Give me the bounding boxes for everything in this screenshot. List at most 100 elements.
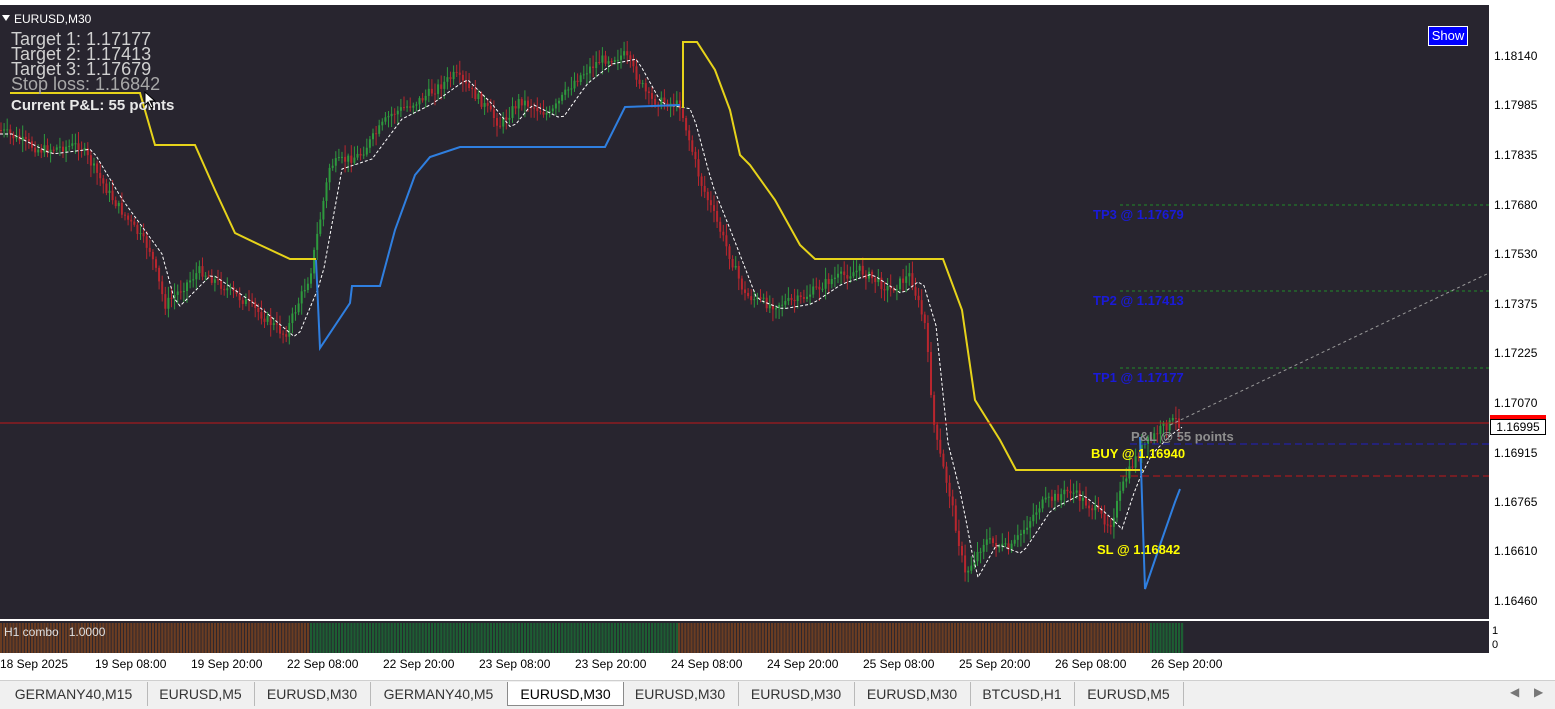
indicator-bar (783, 623, 786, 653)
candle-body (449, 77, 452, 80)
candle-body (1125, 478, 1128, 482)
chart-tab-1[interactable]: GERMANY40,M15 (0, 682, 148, 706)
candle-body (992, 538, 994, 544)
show-button[interactable]: Show (1428, 26, 1468, 46)
candle-body (1109, 525, 1112, 527)
candle-body (68, 145, 71, 147)
candle-body (316, 233, 319, 250)
candle-body (1106, 524, 1109, 526)
indicator-bar (285, 623, 288, 653)
indicator-bar (647, 623, 651, 653)
chart-tab-3[interactable]: EURUSD,M30 (254, 682, 371, 706)
time-tick-label: 19 Sep 08:00 (95, 657, 167, 671)
chart-tab-7[interactable]: EURUSD,M30 (738, 682, 855, 706)
candle-body (1085, 497, 1087, 506)
candle-body (1075, 490, 1078, 493)
indicator-bar (969, 623, 972, 653)
indicator-bar (117, 623, 120, 653)
indicator-bar (1000, 623, 1003, 653)
chart-tab-2[interactable]: EURUSD,M5 (147, 682, 255, 706)
collapse-triangle-icon[interactable] (2, 15, 10, 21)
indicator-bar (341, 623, 344, 653)
candle-body (288, 323, 291, 337)
indicator-bar (1068, 623, 1071, 653)
indicator-bar (864, 623, 867, 653)
chart-tab-10[interactable]: EURUSD,M5 (1074, 682, 1184, 706)
candle-body (1035, 512, 1038, 515)
price-tick-label: 1.17225 (1494, 346, 1538, 360)
candle-body (942, 453, 945, 467)
candle-body (1016, 535, 1019, 540)
chart-tab-8[interactable]: EURUSD,M30 (854, 682, 971, 706)
candle-body (241, 300, 244, 304)
indicator-subwindow[interactable]: H1 combo 1.0000 (0, 621, 1489, 653)
indicator-bar (972, 623, 975, 653)
indicator-bar (833, 623, 836, 653)
indicator-bar (922, 623, 926, 653)
chart-window[interactable]: EURUSD,M30 Target 1: 1.17177 Target 2: 1… (0, 0, 1555, 680)
indicator-bar (217, 623, 220, 653)
candle-body (55, 147, 58, 150)
indicator-bar (1037, 623, 1040, 653)
candle-body (1081, 497, 1084, 501)
indicator-bar (492, 623, 496, 653)
indicator-bar (449, 623, 452, 653)
scroll-right-icon[interactable]: ▶ (1534, 685, 1543, 699)
candle-body (393, 113, 396, 115)
candle-body (341, 156, 343, 158)
indicator-bar (1015, 623, 1019, 653)
scroll-left-icon[interactable]: ◀ (1510, 685, 1519, 699)
candle-body (852, 272, 855, 277)
indicator-bar (1174, 623, 1177, 653)
indicator-bar (390, 623, 393, 653)
candle-body (1072, 492, 1075, 494)
candle-body (561, 94, 564, 101)
candle-body (620, 55, 622, 60)
indicator-bar (508, 623, 511, 653)
candle-body (647, 91, 650, 94)
indicator-bar (975, 623, 978, 653)
candle-body (663, 97, 666, 104)
indicator-bar (384, 623, 387, 653)
candle-body (595, 62, 598, 69)
candle-body (319, 219, 322, 234)
indicator-bar (938, 623, 941, 653)
candle-body (855, 270, 858, 273)
candle-body (923, 314, 926, 323)
indicator-bar (573, 623, 576, 653)
candle-body (483, 103, 486, 107)
candle-body (651, 93, 653, 99)
chart-tab-4[interactable]: GERMANY40,M5 (370, 682, 508, 706)
price-tick-label: 1.16915 (1494, 446, 1538, 460)
chart-tab-9[interactable]: BTCUSD,H1 (970, 682, 1075, 706)
candle-body (430, 88, 433, 94)
supertrend-line-1 (10, 92, 316, 260)
indicator-bar (406, 623, 409, 653)
price-chart-svg[interactable] (0, 5, 1489, 619)
candle-body (762, 297, 765, 299)
candle-body (1019, 533, 1022, 536)
indicator-bar (826, 623, 829, 653)
candle-body (747, 292, 750, 297)
candle-body (598, 62, 601, 64)
chart-tab-5[interactable]: EURUSD,M30 (507, 682, 624, 706)
indicator-bar (403, 623, 406, 653)
candle-body (300, 291, 303, 304)
indicator-bar (189, 623, 192, 653)
candle-body (753, 299, 756, 301)
time-tick-label: 22 Sep 20:00 (383, 657, 455, 671)
price-chart-area[interactable]: EURUSD,M30 Target 1: 1.17177 Target 2: 1… (0, 5, 1489, 619)
indicator-bar (1056, 623, 1059, 653)
indicator-bar (635, 623, 638, 653)
indicator-bar (610, 623, 613, 653)
indicator-bar (678, 623, 681, 653)
candle-body (344, 156, 347, 162)
indicator-bar (994, 623, 997, 653)
candle-body (731, 259, 734, 268)
candle-body (945, 466, 948, 483)
candle-body (452, 71, 455, 80)
indicator-bar (898, 623, 901, 653)
indicator-bar (368, 623, 372, 653)
candle-body (592, 66, 595, 69)
chart-tab-6[interactable]: EURUSD,M30 (622, 682, 739, 706)
